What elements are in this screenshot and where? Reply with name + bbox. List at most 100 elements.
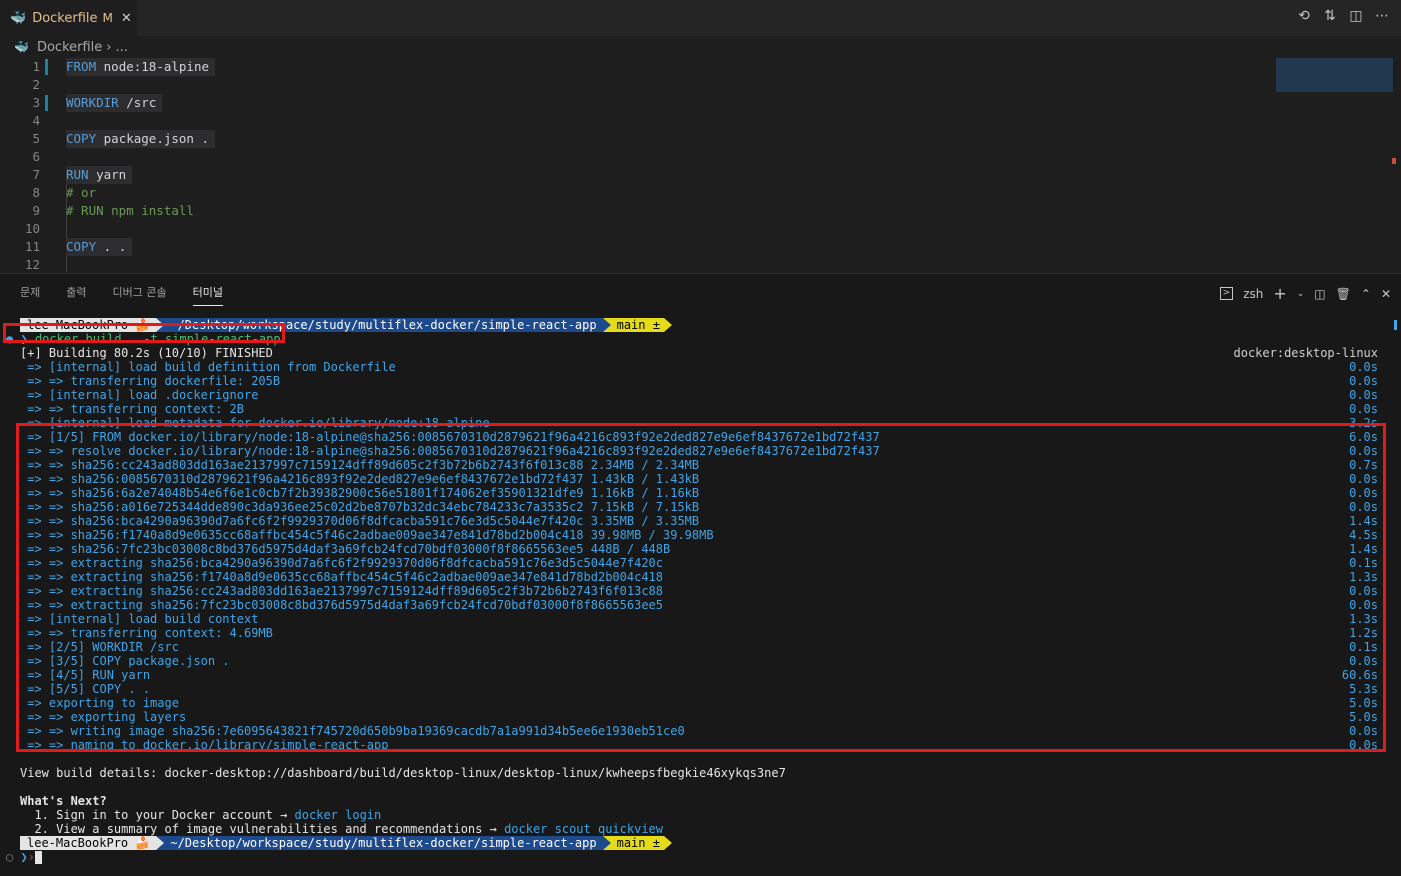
- new-terminal-icon[interactable]: +: [1273, 284, 1286, 303]
- code-line[interactable]: 2: [0, 76, 1260, 94]
- line-number: 5: [32, 131, 40, 146]
- docker-scout-link[interactable]: docker scout quickview: [504, 822, 663, 836]
- close-tab-button[interactable]: ✕: [121, 11, 132, 26]
- close-panel-icon[interactable]: ✕: [1381, 287, 1391, 301]
- code-line[interactable]: 9 # RUN npm install: [0, 202, 1260, 220]
- tab-debug-console[interactable]: 디버그 콘솔: [113, 284, 167, 306]
- code-text: WORKDIR /src: [66, 94, 163, 112]
- git-change-marker[interactable]: [45, 59, 48, 75]
- modified-badge: M: [102, 11, 113, 25]
- code-editor[interactable]: 1 FROM node:18-alpine 2 3 WORKDIR /src 4 5 COPY…: [0, 58, 1401, 272]
- prompt-git-branch: main ±: [610, 318, 664, 332]
- build-log-line: => [internal] load .dockerignore: [20, 388, 259, 402]
- git-change-marker[interactable]: [45, 95, 48, 111]
- line-number: 10: [24, 221, 40, 236]
- code-text: COPY package.json .: [66, 130, 215, 148]
- line-number: 6: [32, 149, 40, 164]
- terminal-cursor: [34, 851, 42, 864]
- code-text: COPY . .: [66, 238, 133, 256]
- code-line[interactable]: 1 FROM node:18-alpine: [0, 58, 1260, 76]
- shell-name[interactable]: zsh: [1243, 287, 1263, 301]
- code-line[interactable]: 3 WORKDIR /src: [0, 94, 1260, 112]
- bottom-panel: 문제 출력 디버그 콘솔 터미널 > zsh + ⌄ ◫ 🗑 ⌃ ✕ lee-M…: [0, 273, 1401, 876]
- code-text: RUN yarn: [66, 166, 133, 184]
- more-actions-icon[interactable]: ⋯: [1375, 8, 1389, 24]
- shell-prompt: lee-MacBookPro 🍰 ~/Desktop/workspace/stu…: [20, 836, 672, 850]
- breadcrumb-separator: ›: [106, 39, 112, 55]
- build-log-line: => => transferring dockerfile: 205B: [20, 374, 281, 388]
- next-step-1: 1. Sign in to your Docker account → dock…: [20, 808, 382, 822]
- next-step-2: 2. View a summary of image vulnerabiliti…: [20, 822, 664, 836]
- build-step-duration: 0.0s: [1349, 374, 1378, 388]
- panel-actions: > zsh + ⌄ ◫ 🗑 ⌃ ✕: [1219, 284, 1391, 303]
- code-line[interactable]: 4: [0, 112, 1260, 130]
- tab-dockerfile[interactable]: 🐳 Dockerfile M ✕: [0, 0, 137, 36]
- input-line[interactable]: ○ ❯›: [6, 850, 42, 864]
- compare-changes-icon[interactable]: ⇅: [1323, 8, 1337, 24]
- breadcrumb-ellipsis[interactable]: ...: [115, 40, 127, 55]
- line-number: 1: [32, 59, 40, 74]
- tab-filename: Dockerfile: [32, 10, 98, 26]
- terminal[interactable]: lee-MacBookPro 🍰 ~/Desktop/workspace/stu…: [0, 318, 1401, 868]
- split-terminal-icon[interactable]: ◫: [1314, 287, 1325, 301]
- highlight-box-command: [3, 323, 285, 343]
- breadcrumb: 🐳 Dockerfile › ...: [14, 38, 128, 56]
- docker-login-link[interactable]: docker login: [295, 808, 382, 822]
- code-text: # RUN npm install: [66, 203, 194, 218]
- breadcrumb-file[interactable]: Dockerfile: [37, 40, 102, 55]
- terminal-scrollbar[interactable]: [1394, 320, 1397, 330]
- tab-output[interactable]: 출력: [66, 284, 86, 306]
- build-log-line: => [internal] load build definition from…: [20, 360, 396, 374]
- code-text: FROM node:18-alpine: [66, 58, 215, 76]
- build-step-duration: 0.0s: [1349, 360, 1378, 374]
- prompt-separator: [663, 318, 672, 332]
- code-line[interactable]: 8 # or: [0, 184, 1260, 202]
- line-number: 4: [32, 113, 40, 128]
- line-number: 8: [32, 185, 40, 200]
- status-dot-icon: ○: [6, 850, 14, 864]
- terminal-icon: >: [1219, 287, 1234, 300]
- line-number: 7: [32, 167, 40, 182]
- code-text: # or: [66, 185, 97, 200]
- next-title: What's Next?: [20, 794, 107, 808]
- build-step-duration: 0.0s: [1349, 402, 1378, 416]
- chevron-down-icon[interactable]: ⌄: [1297, 289, 1305, 299]
- docker-icon: 🐳: [10, 10, 27, 26]
- maximize-panel-icon[interactable]: ⌃: [1361, 287, 1371, 301]
- timeline-icon[interactable]: ⟲: [1297, 8, 1311, 24]
- editor-actions: ⟲ ⇅ ◫ ⋯: [1297, 8, 1389, 24]
- code-line[interactable]: 12: [0, 256, 1260, 274]
- panel-tabs: 문제 출력 디버그 콘솔 터미널: [20, 284, 249, 306]
- code-line[interactable]: 5 COPY package.json .: [0, 130, 1260, 148]
- minimap[interactable]: [1276, 58, 1393, 92]
- build-step-duration: 0.0s: [1349, 388, 1378, 402]
- build-header: [+] Building 80.2s (10/10) FINISHED: [20, 346, 273, 360]
- line-number: 9: [32, 203, 40, 218]
- prompt-chevron-icon: ❯: [20, 850, 28, 864]
- prompt-separator: [602, 318, 611, 332]
- prompt-path: ~/Desktop/workspace/study/multiflex-dock…: [164, 836, 603, 850]
- prompt-separator: [602, 836, 611, 850]
- prompt-git-branch: main ±: [610, 836, 664, 850]
- docker-icon: 🐳: [14, 40, 29, 54]
- editor-tab-bar: 🐳 Dockerfile M ✕ ⟲ ⇅ ◫ ⋯: [0, 0, 1401, 36]
- tab-problems[interactable]: 문제: [20, 284, 40, 306]
- line-number: 2: [32, 77, 40, 92]
- prompt-host: lee-MacBookPro 🍰: [20, 836, 157, 850]
- build-log-line: => => transferring context: 2B: [20, 402, 244, 416]
- scrollbar-marker: [1392, 158, 1396, 164]
- line-number: 3: [32, 95, 40, 110]
- code-line[interactable]: 6: [0, 148, 1260, 166]
- split-editor-icon[interactable]: ◫: [1349, 8, 1363, 24]
- code-line[interactable]: 11 COPY . .: [0, 238, 1260, 256]
- line-number: 11: [24, 239, 40, 254]
- prompt-separator: [663, 836, 672, 850]
- prompt-chevron-icon: ›: [27, 850, 35, 864]
- prompt-separator: [156, 836, 165, 850]
- code-line[interactable]: 10: [0, 220, 1260, 238]
- builder-name: docker:desktop-linux: [1233, 346, 1379, 360]
- code-line[interactable]: 7 RUN yarn: [0, 166, 1260, 184]
- tab-terminal[interactable]: 터미널: [192, 284, 223, 306]
- trash-icon[interactable]: 🗑: [1336, 287, 1351, 301]
- highlight-box-build-steps: [16, 423, 1386, 752]
